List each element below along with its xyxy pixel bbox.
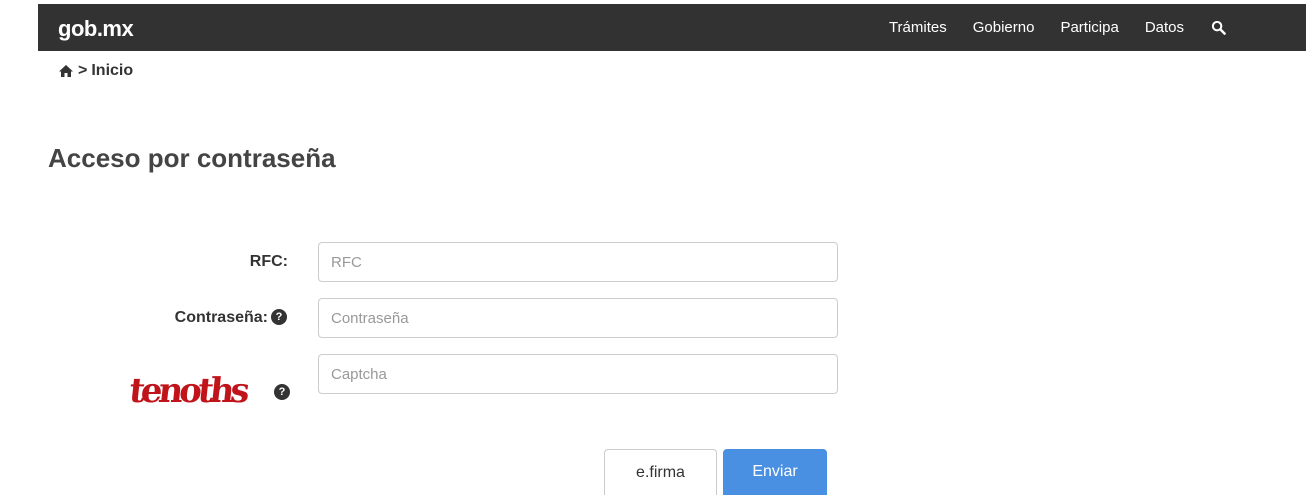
main-nav: Trámites Gobierno Participa Datos — [889, 4, 1306, 51]
rfc-label: RFC: — [249, 253, 288, 270]
nav-participa[interactable]: Participa — [1060, 19, 1118, 36]
breadcrumb-separator: > — [78, 62, 88, 79]
top-navbar: gob.mx Trámites Gobierno Participa Datos — [0, 0, 1308, 51]
password-label: Contraseña: — [174, 309, 268, 326]
nav-datos[interactable]: Datos — [1145, 19, 1184, 36]
top-navbar-bar: gob.mx Trámites Gobierno Participa Datos — [38, 4, 1306, 51]
gob-mx-logo[interactable]: gob.mx — [58, 16, 134, 42]
breadcrumb-inicio[interactable]: Inicio — [91, 62, 133, 80]
page-title: Acceso por contraseña — [48, 143, 336, 173]
nav-tramites[interactable]: Trámites — [889, 19, 947, 36]
enviar-button[interactable]: Enviar — [723, 449, 827, 495]
captcha-help-icon[interactable]: ? — [274, 384, 290, 400]
breadcrumb: > Inicio — [58, 62, 133, 80]
rfc-input[interactable] — [318, 242, 838, 282]
password-help-icon[interactable]: ? — [271, 309, 287, 325]
search-icon[interactable] — [1210, 20, 1226, 36]
captcha-input[interactable] — [318, 354, 838, 394]
password-input[interactable] — [318, 298, 838, 338]
nav-gobierno[interactable]: Gobierno — [973, 19, 1035, 36]
efirma-button[interactable]: e.firma — [604, 449, 717, 495]
captcha-image: tenoths — [130, 371, 251, 411]
home-icon[interactable] — [58, 64, 74, 78]
captcha-text: tenoths — [130, 371, 251, 411]
